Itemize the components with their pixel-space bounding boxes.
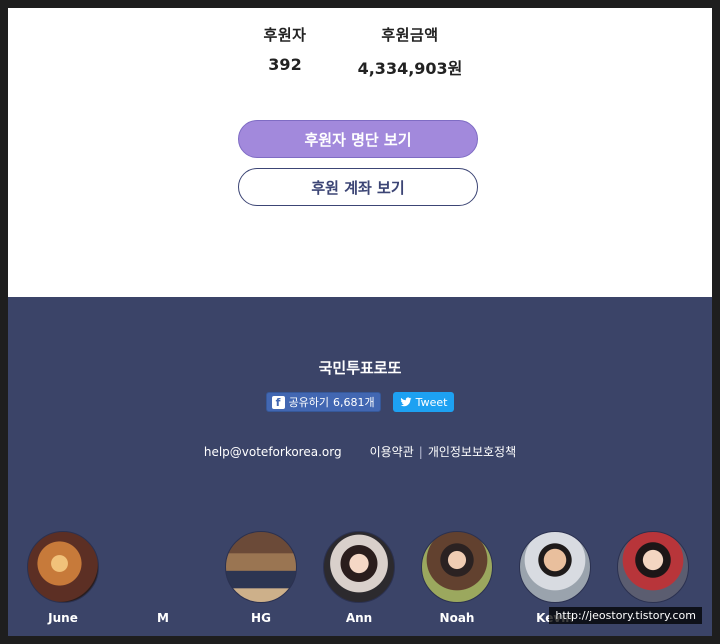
avatar — [421, 531, 493, 603]
link-separator: | — [418, 444, 423, 459]
footer: 국민투표로또 f 공유하기 6,681개 Tweet help@votefork… — [8, 297, 712, 636]
tweet-button[interactable]: Tweet — [392, 392, 455, 412]
team-member-name: Ann — [345, 611, 373, 625]
donors-value: 392 — [268, 55, 302, 74]
tweet-label: Tweet — [415, 395, 448, 409]
avatar — [225, 531, 297, 603]
team-member: HG — [216, 531, 306, 625]
amount-value: 4,334,903원 — [357, 59, 463, 78]
facebook-share-count: 6,681개 — [333, 396, 375, 409]
terms-link[interactable]: 이용약관 — [370, 443, 414, 460]
team-member: June — [18, 531, 108, 625]
donors-stat: 후원자 392 — [255, 24, 315, 79]
avatar — [27, 531, 99, 603]
team-member-name: Noah — [439, 611, 475, 625]
donors-label: 후원자 — [263, 26, 307, 44]
donation-account-button[interactable]: 후원 계좌 보기 — [238, 168, 478, 206]
avatar — [617, 531, 689, 603]
facebook-share-button[interactable]: f 공유하기 6,681개 — [265, 392, 381, 412]
avatar — [127, 531, 199, 603]
team-member: Noah — [412, 531, 502, 625]
amount-label: 후원금액 — [381, 26, 439, 44]
facebook-share-label: 공유하기 — [288, 396, 330, 409]
privacy-policy-link[interactable]: 개인정보보호정책 — [428, 443, 516, 460]
footer-links: help@voteforkorea.org 이용약관 | 개인정보보호정책 — [8, 443, 712, 460]
footer-brand: 국민투표로또 — [318, 359, 402, 377]
avatar — [519, 531, 591, 603]
avatar — [323, 531, 395, 603]
team-member-name: M — [157, 611, 169, 625]
watermark: http://jeostory.tistory.com — [549, 607, 702, 624]
facebook-icon: f — [271, 395, 285, 409]
team-member-name: June — [48, 611, 78, 625]
team-member-name: HG — [251, 611, 271, 625]
amount-stat: 후원금액 4,334,903원 — [355, 24, 465, 79]
team-member: M — [118, 531, 208, 625]
contact-email-link[interactable]: help@voteforkorea.org — [204, 445, 342, 459]
twitter-icon — [400, 397, 412, 407]
team-member: Ann — [314, 531, 404, 625]
page-frame: 후원자 392 후원금액 4,334,903원 후원자 명단 보기 후원 계좌 … — [8, 8, 712, 636]
donation-stats: 후원자 392 후원금액 4,334,903원 — [8, 24, 712, 79]
social-buttons: f 공유하기 6,681개 Tweet — [8, 392, 712, 412]
team-member — [608, 531, 698, 611]
donor-list-button[interactable]: 후원자 명단 보기 — [238, 120, 478, 158]
